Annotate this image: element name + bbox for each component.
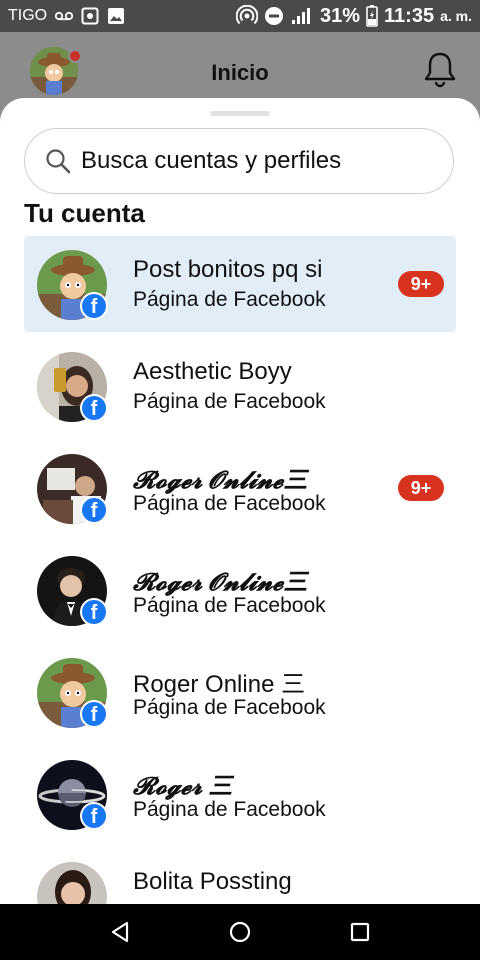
system-nav-bar bbox=[0, 904, 480, 960]
account-type: Página de Facebook bbox=[133, 390, 326, 413]
signal-icon bbox=[290, 6, 314, 26]
account-row[interactable]: f 𝓡𝓸𝓰𝓮𝓻 𝓞𝓷𝓵𝓲𝓷𝓮三 Página de Facebook 9+ bbox=[24, 440, 456, 536]
bell-icon[interactable] bbox=[422, 50, 458, 93]
facebook-icon: f bbox=[80, 700, 108, 728]
back-triangle-icon[interactable] bbox=[108, 920, 132, 949]
facebook-icon: f bbox=[80, 292, 108, 320]
account-type: Página de Facebook bbox=[133, 492, 326, 515]
hotspot-icon bbox=[236, 5, 258, 27]
search-placeholder: Busca cuentas y perfiles bbox=[81, 147, 342, 174]
voicemail-icon bbox=[55, 11, 74, 21]
account-name: Roger Online 三 bbox=[133, 671, 306, 698]
account-name: Post bonitos pq si bbox=[133, 256, 323, 283]
do-not-disturb-icon bbox=[264, 6, 284, 26]
account-row[interactable]: f Post bonitos pq si Página de Facebook … bbox=[24, 236, 456, 332]
facebook-icon: f bbox=[80, 802, 108, 830]
page-title: Inicio bbox=[211, 60, 269, 85]
notification-badge: 9+ bbox=[398, 271, 444, 297]
notification-badge: 9+ bbox=[398, 475, 444, 501]
facebook-icon: f bbox=[80, 598, 108, 626]
account-row[interactable]: f Roger Online 三 Página de Facebook bbox=[24, 644, 456, 740]
account-row[interactable]: f 𝓡𝓸𝓰𝓮𝓻 𝓞𝓷𝓵𝓲𝓷𝓮三 Página de Facebook bbox=[24, 542, 456, 638]
battery-charging-icon bbox=[366, 5, 378, 27]
account-switcher-sheet: Busca cuentas y perfiles Tu cuenta f Pos… bbox=[0, 98, 480, 904]
gallery-icon bbox=[107, 7, 125, 25]
home-circle-icon[interactable] bbox=[228, 920, 252, 949]
account-type: Página de Facebook bbox=[133, 696, 326, 719]
account-name: Aesthetic Boyy bbox=[133, 358, 292, 385]
status-bar: TIGO 31% 11:35 a. m. bbox=[0, 0, 480, 32]
carrier-label: TIGO bbox=[8, 7, 48, 24]
account-type: Página de Facebook bbox=[133, 288, 326, 311]
search-icon bbox=[45, 148, 71, 174]
account-row[interactable]: Bolita Possting bbox=[24, 848, 456, 904]
section-title: Tu cuenta bbox=[24, 198, 145, 228]
clock-time: 11:35 bbox=[384, 4, 435, 27]
account-type: Página de Facebook bbox=[133, 798, 326, 821]
screenshot-icon bbox=[81, 7, 99, 25]
recents-square-icon[interactable] bbox=[348, 920, 372, 949]
account-name: 𝓡𝓸𝓰𝓮𝓻 三 bbox=[133, 774, 233, 800]
facebook-icon: f bbox=[80, 496, 108, 524]
account-row[interactable]: f Aesthetic Boyy Página de Facebook bbox=[24, 338, 456, 434]
drag-handle[interactable] bbox=[210, 111, 270, 116]
search-input[interactable]: Busca cuentas y perfiles bbox=[24, 128, 454, 194]
clock-ampm: a. m. bbox=[440, 8, 472, 24]
account-name: 𝓡𝓸𝓰𝓮𝓻 𝓞𝓷𝓵𝓲𝓷𝓮三 bbox=[133, 468, 308, 494]
account-list: f Post bonitos pq si Página de Facebook … bbox=[24, 236, 456, 904]
account-name: Bolita Possting bbox=[133, 868, 292, 895]
account-row[interactable]: f 𝓡𝓸𝓰𝓮𝓻 三 Página de Facebook bbox=[24, 746, 456, 842]
facebook-icon: f bbox=[80, 394, 108, 422]
account-type: Página de Facebook bbox=[133, 594, 326, 617]
battery-percent: 31% bbox=[320, 4, 361, 27]
account-avatar bbox=[37, 862, 107, 904]
account-name: 𝓡𝓸𝓰𝓮𝓻 𝓞𝓷𝓵𝓲𝓷𝓮三 bbox=[133, 570, 308, 596]
